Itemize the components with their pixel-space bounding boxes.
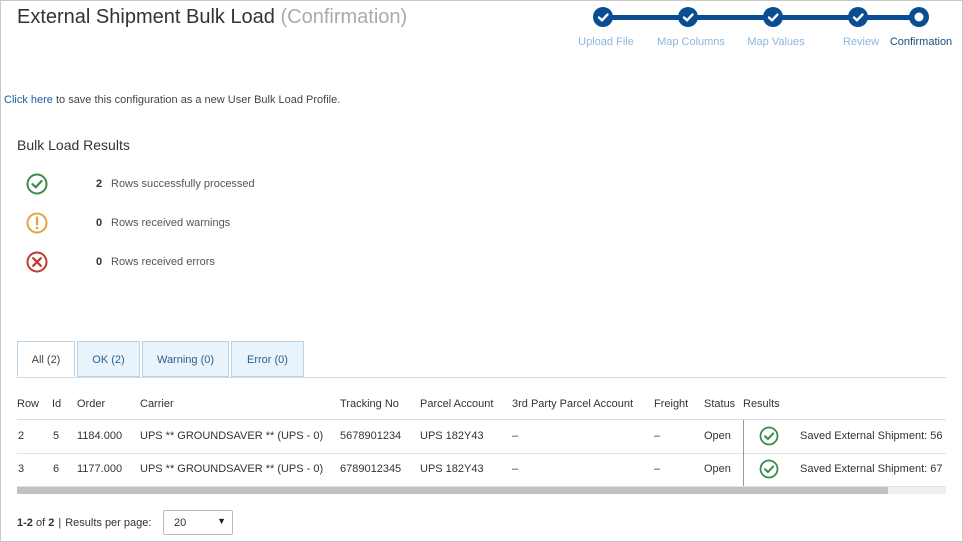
check-icon <box>852 13 864 22</box>
col-header-status[interactable]: Status <box>704 398 735 410</box>
col-header-id[interactable]: Id <box>52 398 61 410</box>
cell-third-party: – <box>512 430 519 442</box>
wizard-label-map-values[interactable]: Map Values <box>747 36 804 48</box>
tab-ok[interactable]: OK (2) <box>77 341 140 377</box>
check-circle-icon <box>26 173 48 195</box>
cell-tracking: 5678901234 <box>340 430 402 442</box>
check-icon <box>767 13 779 22</box>
results-per-page-select[interactable]: 20 ▼ <box>163 510 233 535</box>
page-total: 2 <box>48 517 55 529</box>
check-icon <box>597 13 609 22</box>
page-range: 1-2 <box>17 517 33 529</box>
check-circle-icon <box>759 459 779 479</box>
tab-divider <box>17 377 946 378</box>
warning-count: 0 <box>96 217 103 229</box>
caret-down-icon: ▼ <box>217 516 226 526</box>
check-icon <box>682 13 694 22</box>
tab-error[interactable]: Error (0) <box>231 341 304 377</box>
col-header-freight[interactable]: Freight <box>654 398 688 410</box>
column-divider <box>743 420 744 453</box>
col-header-results[interactable]: Results <box>743 398 780 410</box>
tab-warning[interactable]: Warning (0) <box>142 341 229 377</box>
cell-order: 1177.000 <box>77 463 123 475</box>
wizard-label-upload-file[interactable]: Upload File <box>578 36 634 48</box>
check-circle-icon <box>759 426 779 446</box>
warning-text: Rows received warnings <box>111 217 231 229</box>
results-per-page-label: Results per page: <box>65 517 152 529</box>
cell-parcel-account: UPS 182Y43 <box>420 463 484 475</box>
wizard-step-confirmation <box>909 7 929 27</box>
cell-row: 2 <box>18 430 25 442</box>
success-count: 2 <box>96 178 103 190</box>
cell-carrier: UPS ** GROUNDSAVER ** (UPS - 0) <box>140 463 324 475</box>
cell-status: Open <box>704 430 731 442</box>
page-of-label: of <box>35 517 46 529</box>
current-step-icon <box>914 12 924 22</box>
column-divider <box>743 453 744 486</box>
success-text: Rows successfully processed <box>111 178 255 190</box>
cell-parcel-account: UPS 182Y43 <box>420 430 484 442</box>
error-count: 0 <box>96 256 103 268</box>
cell-carrier: UPS ** GROUNDSAVER ** (UPS - 0) <box>140 430 324 442</box>
page-title: External Shipment Bulk Load (Confirmatio… <box>17 6 407 29</box>
warning-circle-icon <box>26 212 48 234</box>
wizard-step-upload-file[interactable] <box>593 7 613 27</box>
cell-freight: – <box>654 430 661 442</box>
error-circle-icon <box>26 251 48 273</box>
error-text: Rows received errors <box>111 256 215 268</box>
cell-result: Saved External Shipment: 56 <box>800 430 943 442</box>
page-subtitle: (Confirmation) <box>280 6 408 28</box>
cell-id: 6 <box>53 463 60 475</box>
wizard-steps: Upload File Map Columns Map Values Revie… <box>560 0 963 60</box>
col-header-tracking-no[interactable]: Tracking No <box>340 398 399 410</box>
wizard-step-review[interactable] <box>848 7 868 27</box>
save-profile-link[interactable]: Click here <box>4 94 53 106</box>
cell-third-party: – <box>512 463 519 475</box>
wizard-step-map-columns[interactable] <box>678 7 698 27</box>
results-title: Bulk Load Results <box>17 137 130 153</box>
table-row[interactable]: 2 5 1184.000 UPS ** GROUNDSAVER ** (UPS … <box>17 420 946 454</box>
save-profile-text: to save this configuration as a new User… <box>52 94 341 106</box>
cell-freight: – <box>654 463 661 475</box>
col-header-parcel-account[interactable]: Parcel Account <box>420 398 493 410</box>
col-header-order[interactable]: Order <box>77 398 105 410</box>
table-row[interactable]: 3 6 1177.000 UPS ** GROUNDSAVER ** (UPS … <box>17 453 946 487</box>
scrollbar-thumb[interactable] <box>17 487 888 494</box>
page-title-text: External Shipment Bulk Load <box>17 6 275 28</box>
cell-status: Open <box>704 463 731 475</box>
results-per-page-value: 20 <box>174 517 187 529</box>
col-header-carrier[interactable]: Carrier <box>140 398 174 410</box>
save-profile-message: Click here to save this configuration as… <box>4 94 340 106</box>
wizard-label-map-columns[interactable]: Map Columns <box>657 36 725 48</box>
cell-id: 5 <box>53 430 60 442</box>
wizard-label-review[interactable]: Review <box>843 36 879 48</box>
wizard-label-confirmation: Confirmation <box>889 36 953 48</box>
wizard-track <box>603 15 919 20</box>
wizard-step-map-values[interactable] <box>763 7 783 27</box>
col-header-row[interactable]: Row <box>17 398 39 410</box>
cell-tracking: 6789012345 <box>340 463 402 475</box>
pagination-info: 1-2 of 2 | Results per page: <box>17 517 152 529</box>
tab-all[interactable]: All (2) <box>17 341 75 377</box>
cell-row: 3 <box>18 463 25 475</box>
cell-result: Saved External Shipment: 67 <box>800 463 943 475</box>
horizontal-scrollbar[interactable] <box>17 487 946 494</box>
cell-order: 1184.000 <box>77 430 123 442</box>
col-header-third-party-account[interactable]: 3rd Party Parcel Account <box>512 398 633 410</box>
